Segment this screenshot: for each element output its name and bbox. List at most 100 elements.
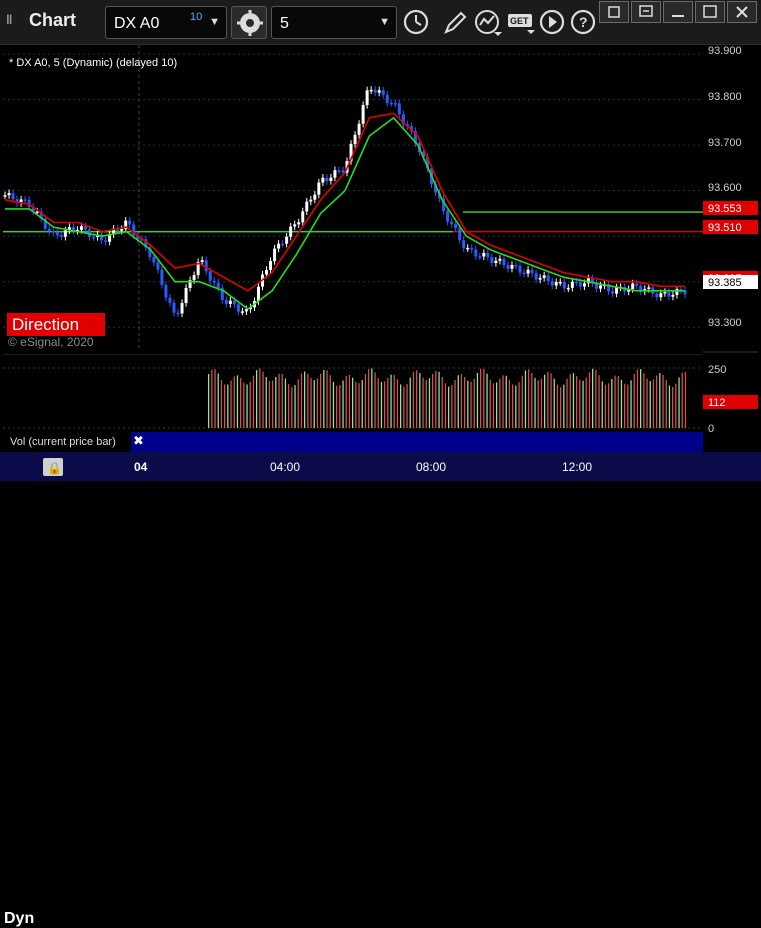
volume-bar [512,384,514,428]
candle-body [63,230,67,237]
candle-body [647,287,651,289]
volume-bar [457,375,459,428]
volume-close-icon[interactable]: ✖ [133,433,144,449]
candle-body [635,283,639,286]
candle-body [59,235,63,237]
volume-bar [560,387,562,428]
candle-body [7,193,11,196]
link-button[interactable] [631,1,661,23]
candle-body [578,282,582,287]
candle-body [377,90,381,93]
candle-body [269,261,273,270]
volume-bar [332,381,335,428]
candle-body [337,170,341,172]
volume-bar [572,373,575,428]
volume-bar [540,378,543,428]
volume-bar [374,372,376,428]
candle-body [486,252,490,258]
volume-bar [534,377,536,428]
candle-body [566,287,570,290]
time-axis[interactable]: Dyn 🔒 04 04:00 08:00 12:00 [0,452,761,927]
candle-body [611,291,615,294]
interval-dropdown-icon[interactable]: ▼ [379,16,390,28]
volume-bar [630,380,632,428]
candle-body [530,269,534,274]
volume-bar [371,368,373,428]
candle-body [534,273,538,280]
volume-bar [281,374,283,428]
volume-bar [576,376,578,428]
volume-bar [313,380,315,428]
candle-body [546,275,550,282]
candle-body [160,269,164,285]
help-button[interactable]: ? [569,8,599,38]
volume-bar [396,379,399,428]
volume-bar [368,369,370,428]
candle-body [176,312,180,315]
volume-bar [470,381,472,428]
volume-bar [550,373,552,428]
study-button[interactable] [474,8,504,38]
volume-bar [224,384,226,428]
volume-bar [662,374,664,428]
volume-bar [569,374,571,428]
app-title: ‖ Chart [6,10,76,31]
symbol-dropdown-icon[interactable]: ▼ [209,16,220,28]
volume-bar [646,378,648,428]
volume-bar [249,381,251,428]
candle-body [574,281,578,284]
volume-bar [422,377,424,428]
candle-body [164,284,168,298]
volume-bar [585,377,587,428]
drag-handle-icon[interactable]: ‖ [6,12,18,30]
price-label-93600: 93.600 [708,182,742,194]
volume-bar [345,376,347,428]
volume-bar [672,387,674,428]
candle-body [184,287,188,304]
candle-body [397,103,401,115]
candle-body [305,201,309,212]
candle-body [325,177,329,181]
volume-bar [515,385,517,428]
dynamic-mode-label[interactable]: Dyn [4,910,34,928]
candle-body [599,285,603,289]
get-button[interactable]: GET [507,8,537,38]
clock-button[interactable] [401,8,431,38]
volume-bar [649,381,651,428]
symbol-input[interactable]: DX A0 10 ▼ [105,6,227,39]
interval-input[interactable]: 5 ▼ [271,6,397,39]
price-chart: * DX A0, 5 (Dynamic) (delayed 10) Direct… [3,45,703,350]
maximize-button[interactable] [695,1,725,23]
candle-body [526,269,530,274]
volume-bar [211,369,213,428]
candle-body [341,170,345,173]
badge-93553: 93.553 [708,203,742,215]
volume-bar [307,373,309,428]
candle-body [79,226,83,230]
candle-body [514,264,518,267]
close-button[interactable] [727,1,757,23]
volume-bar [227,384,229,428]
candle-body [172,302,176,313]
restore-button[interactable] [599,1,629,23]
volume-bar [236,375,239,428]
candle-body [558,281,562,284]
draw-button[interactable] [440,8,470,38]
volume-bar [329,375,331,428]
lock-icon[interactable]: 🔒 [47,461,62,475]
volume-bar [454,380,456,428]
candle-body [462,240,466,249]
play-button[interactable] [538,8,568,38]
candle-body [478,256,482,258]
candle-body [659,293,663,298]
volume-bar [592,368,594,428]
price-axis[interactable]: 93.900 93.800 93.700 93.600 93.300 93.55… [703,45,758,435]
study-icon [475,10,502,36]
volume-bars [208,368,687,428]
price-chart-pane[interactable]: * DX A0, 5 (Dynamic) (delayed 10) Direct… [3,45,703,350]
volume-pane[interactable] [3,353,703,432]
volume-bar [521,375,523,428]
minimize-button[interactable] [663,1,693,23]
candle-body [55,232,59,236]
settings-button[interactable] [231,6,267,39]
